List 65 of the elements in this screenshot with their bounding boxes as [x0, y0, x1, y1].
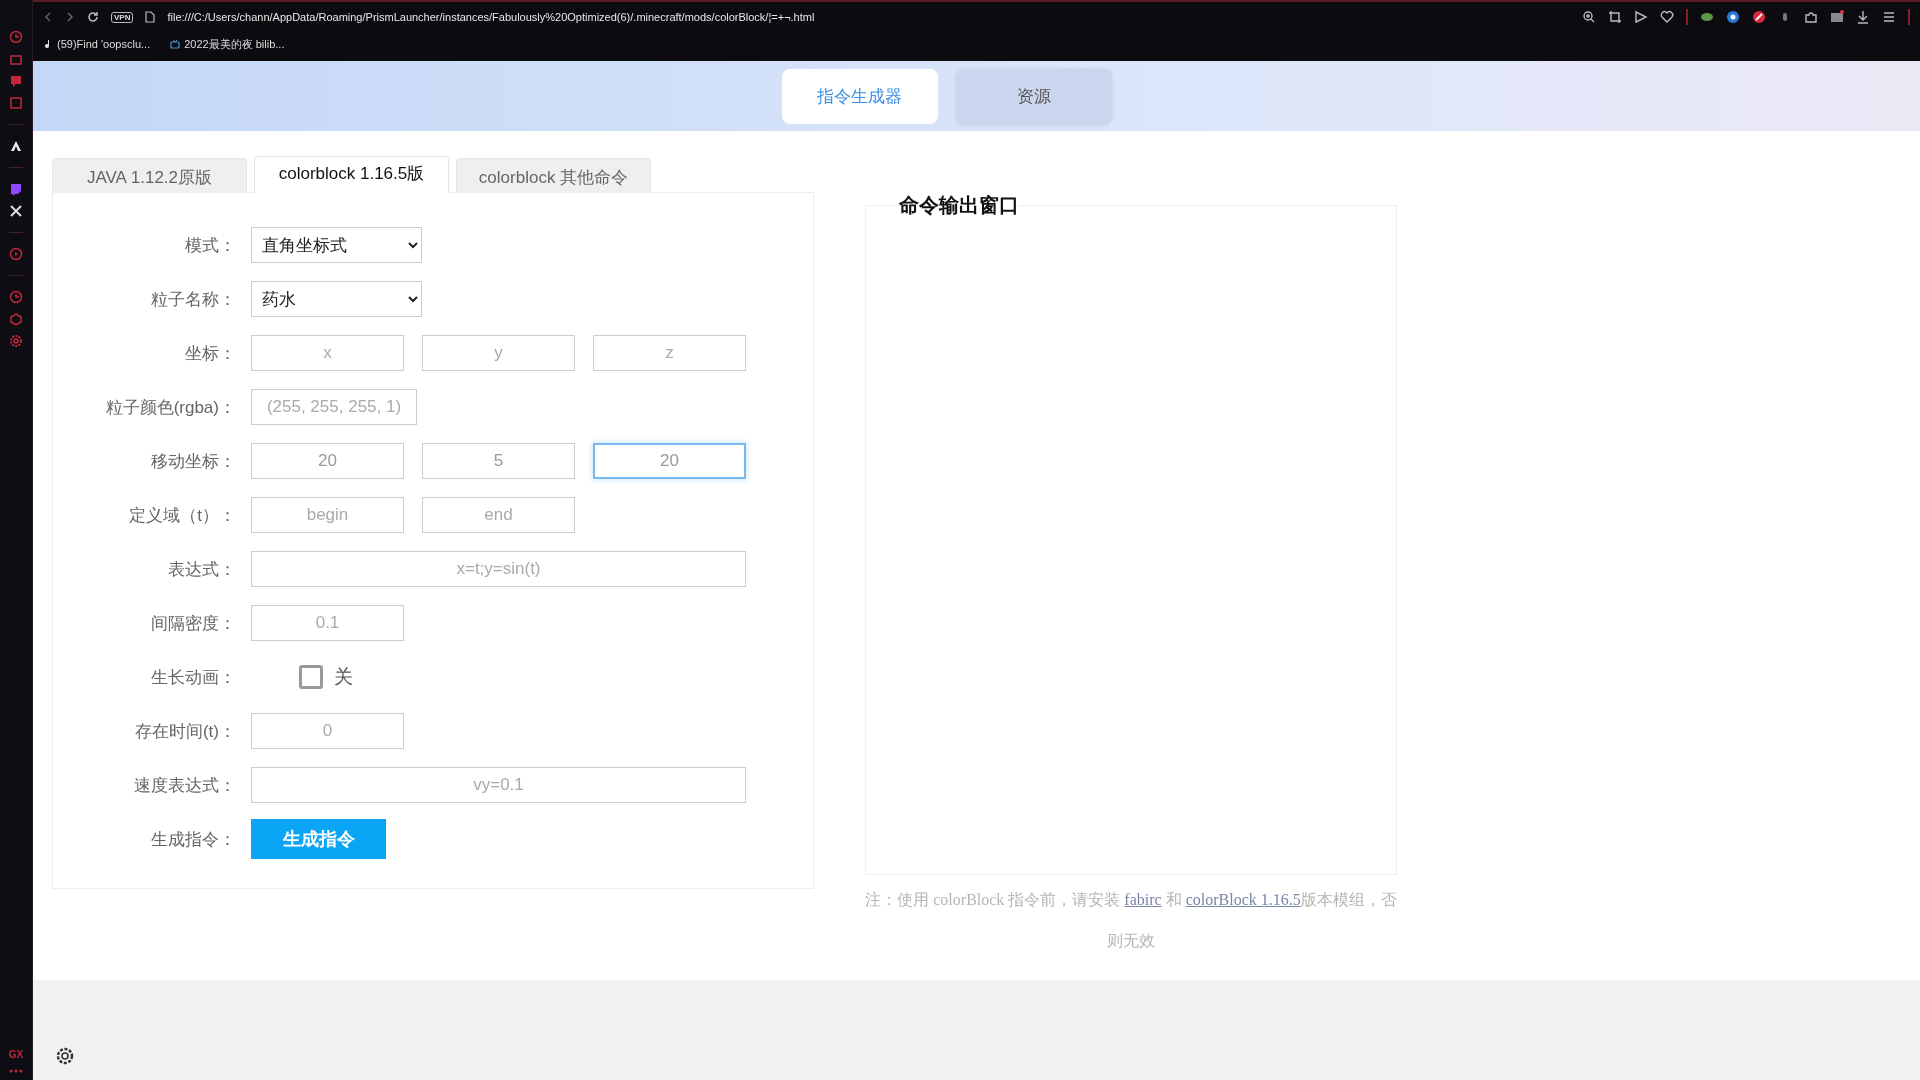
input-field[interactable]: 0.1: [251, 605, 404, 641]
bookmark[interactable]: (59)Find 'oopsclu...: [43, 38, 151, 50]
tab[interactable]: colorblock 1.16.5版: [254, 156, 449, 193]
back-icon[interactable]: [43, 11, 53, 23]
checkbox[interactable]: [299, 665, 323, 689]
dropdown[interactable]: 直角坐标式: [251, 227, 422, 263]
tab[interactable]: colorblock 其他命令: [456, 158, 651, 192]
menu-icon[interactable]: [1882, 10, 1896, 24]
vpn-badge[interactable]: VPN: [111, 11, 134, 23]
tab[interactable]: JAVA 1.12.2原版: [52, 158, 247, 192]
input-field[interactable]: 20: [593, 443, 746, 479]
download-icon[interactable]: [1856, 10, 1870, 24]
field-label: 粒子颜色(rgba)：: [105, 396, 236, 419]
output-title: 命令输出窗口: [899, 193, 1019, 218]
input-field[interactable]: 0: [251, 713, 404, 749]
clock-icon[interactable]: [9, 290, 23, 304]
generate-button[interactable]: 生成指令: [251, 819, 386, 859]
heart-icon[interactable]: [1660, 10, 1674, 24]
field-label: 速度表达式：: [134, 774, 236, 797]
field-label: 模式：: [185, 234, 236, 257]
input-field[interactable]: vy=0.1: [251, 767, 746, 803]
chat-icon[interactable]: [9, 74, 23, 88]
chat-icon[interactable]: [9, 182, 23, 196]
field-label: 生长动画：: [151, 666, 236, 689]
input-field[interactable]: end: [422, 497, 575, 533]
forward-icon[interactable]: [65, 11, 75, 23]
field-label: 粒子名称：: [151, 288, 236, 311]
clock-icon[interactable]: [9, 30, 23, 44]
input-field[interactable]: x=t;y=sin(t): [251, 551, 746, 587]
triangle-icon[interactable]: [9, 139, 23, 153]
x-icon[interactable]: [9, 204, 23, 218]
zoom-icon[interactable]: [1582, 10, 1596, 24]
input-field[interactable]: 20: [251, 443, 404, 479]
page-icon: [145, 11, 156, 23]
nav-tab[interactable]: 资源: [955, 68, 1112, 124]
nav-tab[interactable]: 指令生成器: [781, 68, 938, 124]
address-bar-url[interactable]: file:///C:/Users/chann/AppData/Roaming/PrismLauncher/instances/Fabulously%20Optimized(6)/.minecraft/mods/colorBlock/¦=+¬.html: [167, 11, 815, 23]
field-label: 间隔密度：: [151, 612, 236, 635]
input-field[interactable]: x: [251, 335, 404, 371]
field-label: 存在时间(t)：: [134, 720, 236, 743]
checkbox-label: 关: [334, 665, 353, 689]
field-label: 定义域（t）：: [129, 504, 236, 527]
send-icon[interactable]: [1634, 10, 1648, 24]
tv-icon: [170, 39, 181, 49]
dropdown[interactable]: 药水: [251, 281, 422, 317]
input-field[interactable]: z: [593, 335, 746, 371]
input-field[interactable]: y: [422, 335, 575, 371]
crop-icon[interactable]: [1608, 10, 1622, 24]
input-field[interactable]: (255, 255, 255, 1): [251, 389, 417, 425]
field-label: 表达式：: [168, 558, 236, 581]
bookmark[interactable]: 2022最美的夜 bilib...: [170, 36, 285, 52]
more-icon[interactable]: [9, 1068, 23, 1074]
play-icon[interactable]: [9, 247, 23, 261]
link[interactable]: fabirc: [1124, 891, 1162, 908]
reload-icon[interactable]: [87, 11, 99, 23]
link[interactable]: colorBlock 1.16.5: [1185, 891, 1301, 908]
settings-icon[interactable]: [55, 1046, 75, 1066]
field-label: 坐标：: [185, 342, 236, 365]
stop-icon[interactable]: [1752, 10, 1766, 24]
field-label: 移动坐标：: [151, 450, 236, 473]
input-field[interactable]: begin: [251, 497, 404, 533]
browser-logo[interactable]: GX: [8, 1049, 24, 1060]
field-label: 生成指令：: [151, 828, 236, 851]
install-note: 注：使用 colorBlock 指令前，请安装 fabirc 和 colorBlock 1.16.5版本模组，否则无效: [865, 890, 1397, 951]
input-field[interactable]: 5: [422, 443, 575, 479]
